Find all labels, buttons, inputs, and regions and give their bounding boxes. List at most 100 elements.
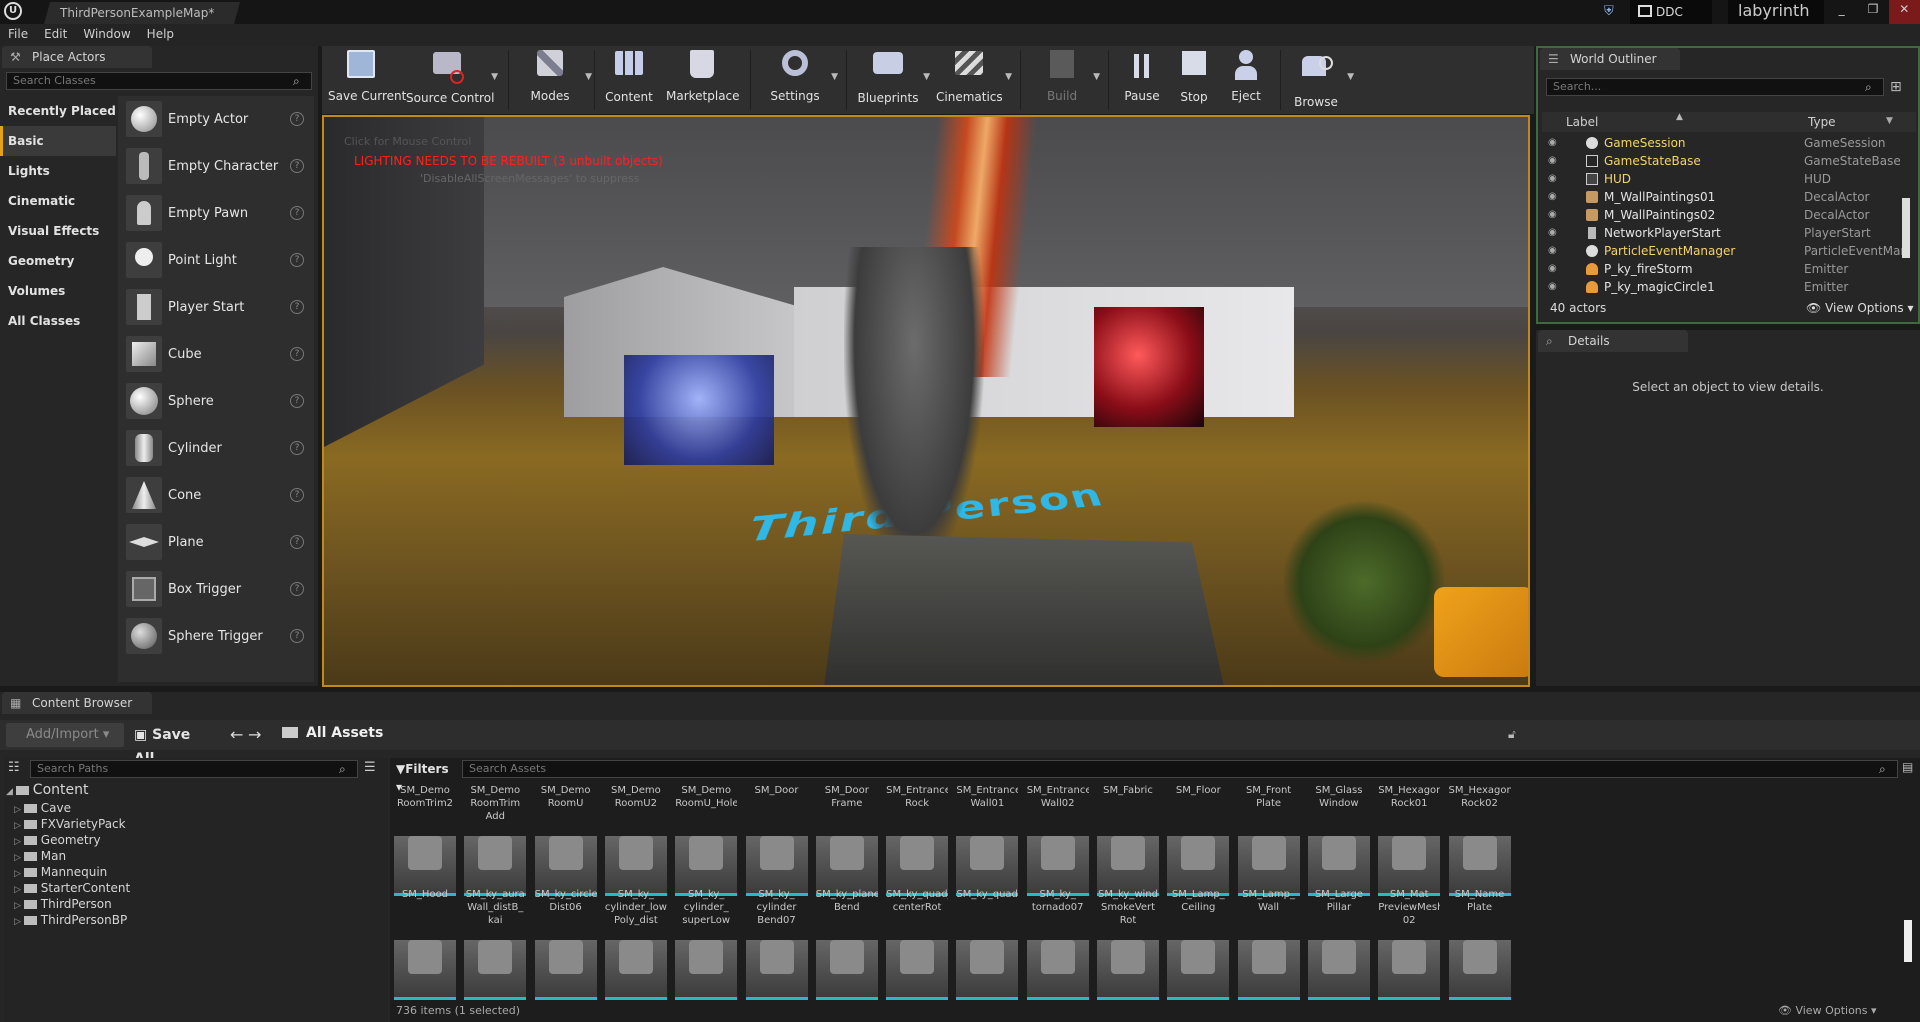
help-icon[interactable]: ? — [290, 535, 304, 549]
category-visual-effects[interactable]: Visual Effects — [0, 216, 116, 246]
help-icon[interactable]: ? — [290, 159, 304, 173]
asset-tile[interactable]: SM_Hexagon Rock01 — [1378, 784, 1441, 896]
actor-item-cone[interactable]: Cone ? — [118, 472, 314, 519]
asset-tile[interactable]: SM_Demo RoomU_Hole — [675, 784, 738, 896]
asset-tile[interactable]: SM_Hexagon Rock02 — [1448, 784, 1511, 896]
asset-tile[interactable]: SM_Glass Window — [1307, 784, 1370, 896]
asset-tile[interactable]: SM_ky_ cylinder_ superLow — [675, 888, 738, 1000]
actor-item-box-trigger[interactable]: Box Trigger ? — [118, 566, 314, 613]
help-icon[interactable]: ? — [290, 300, 304, 314]
maximize-button[interactable]: ❐ — [1857, 0, 1888, 24]
help-icon[interactable]: ? — [290, 206, 304, 220]
source-control-button[interactable]: Source Control ▼ — [406, 46, 498, 114]
search-icon[interactable]: ⌕ — [1879, 762, 1893, 776]
modes-button[interactable]: Modes ▼ — [518, 46, 592, 114]
asset-tile[interactable]: SM_Entrance Wall01 — [956, 784, 1019, 896]
asset-tile[interactable]: SM_Demo RoomTrim2 — [394, 784, 456, 896]
save-current-button[interactable]: Save Current — [328, 46, 406, 114]
search-classes-input[interactable]: Search Classes ⌕ — [6, 72, 312, 90]
outliner-row[interactable]: ◉ HUD HUD — [1542, 170, 1918, 188]
dropdown-arrow-icon[interactable]: ▼ — [1347, 72, 1354, 82]
folder-tree-item[interactable]: ▷ Cave — [14, 800, 71, 816]
outliner-row[interactable]: ◉ P_ky_fireStorm Emitter — [1542, 260, 1918, 278]
help-icon[interactable]: ? — [290, 582, 304, 596]
save-all-button[interactable]: ▣ Save All — [134, 723, 214, 767]
help-icon[interactable]: ? — [290, 347, 304, 361]
menu-file[interactable]: File — [0, 24, 36, 46]
asset-tile[interactable]: SM_ky_wind SmokeVert Rot — [1097, 888, 1159, 1000]
category-basic[interactable]: Basic — [0, 126, 116, 156]
help-icon[interactable]: ? — [290, 629, 304, 643]
folder-tree-item[interactable]: ▷ ThirdPerson — [14, 896, 112, 912]
actor-item-empty-pawn[interactable]: Empty Pawn ? — [118, 190, 314, 237]
eject-button[interactable]: Eject — [1222, 46, 1270, 114]
visibility-eye-icon[interactable]: ◉ — [1548, 155, 1562, 167]
lock-icon[interactable]: 🔓︎ — [1508, 727, 1516, 742]
type-column-header[interactable]: Type — [1808, 115, 1836, 129]
folder-tree-item[interactable]: ▷ Man — [14, 848, 66, 864]
content-browser-tab[interactable]: ▦ Content Browser — [2, 692, 152, 714]
category-recently-placed[interactable]: Recently Placed — [0, 96, 116, 126]
sources-toggle-icon[interactable]: ☷ — [8, 760, 20, 775]
build-button[interactable]: Build ▼ — [1034, 46, 1100, 114]
asset-tile[interactable]: SM_Entrance Rock — [886, 784, 949, 896]
asset-tile[interactable]: SM_Large Pillar — [1307, 888, 1370, 1000]
actor-item-cube[interactable]: Cube ? — [118, 331, 314, 378]
outliner-row[interactable]: ◉ GameStateBase GameStateBase — [1542, 152, 1918, 170]
forward-arrow-icon[interactable]: → — [248, 725, 261, 744]
asset-tile[interactable]: SM_Fabric — [1097, 784, 1159, 896]
outliner-search-input[interactable]: Search... ⌕ — [1546, 78, 1884, 96]
asset-tile[interactable]: SM_Lamp_ Wall — [1237, 888, 1300, 1000]
asset-tile[interactable]: SM_Demo RoomU — [534, 784, 597, 896]
asset-tile[interactable]: SM_ky_quad_ centerRot — [886, 888, 949, 1000]
asset-tile[interactable]: SM_ky_plane Bend — [815, 888, 878, 1000]
category-cinematic[interactable]: Cinematic — [0, 186, 116, 216]
category-volumes[interactable]: Volumes — [0, 276, 116, 306]
list-options-icon[interactable]: ☰ — [364, 760, 376, 775]
world-outliner-tab[interactable]: ☰ World Outliner — [1540, 48, 1680, 70]
marketplace-button[interactable]: Marketplace — [666, 46, 740, 114]
level-viewport[interactable]: Third Person Click for Mouse Control LIG… — [322, 115, 1530, 687]
actor-item-plane[interactable]: Plane ? — [118, 519, 314, 566]
add-folder-icon[interactable]: ⊞ — [1890, 78, 1908, 96]
visibility-eye-icon[interactable]: ◉ — [1548, 191, 1562, 203]
chevron-down-icon[interactable]: ▼ — [1886, 116, 1893, 126]
view-options-button[interactable]: 👁 View Options ▾ — [1806, 296, 1914, 320]
dropdown-arrow-icon[interactable]: ▼ — [585, 72, 592, 82]
outliner-scrollbar[interactable] — [1902, 198, 1910, 258]
help-icon[interactable]: ? — [290, 441, 304, 455]
help-icon[interactable]: ? — [290, 394, 304, 408]
asset-tile[interactable]: SM_Entrance Wall02 — [1026, 784, 1089, 896]
help-icon[interactable]: ? — [290, 112, 304, 126]
actor-item-sphere[interactable]: Sphere ? — [118, 378, 314, 425]
asset-tile[interactable]: SM_Hood — [394, 888, 456, 1000]
unreal-logo-icon[interactable]: U — [4, 2, 22, 20]
visibility-eye-icon[interactable]: ◉ — [1548, 245, 1562, 257]
search-icon[interactable]: ⌕ — [1865, 80, 1879, 94]
category-geometry[interactable]: Geometry — [0, 246, 116, 276]
actor-item-empty-actor[interactable]: Empty Actor ? — [118, 96, 314, 143]
visibility-eye-icon[interactable]: ◉ — [1548, 281, 1562, 293]
asset-tile[interactable]: SM_ky_quads — [956, 888, 1019, 1000]
category-all-classes[interactable]: All Classes — [0, 306, 116, 336]
search-paths-input[interactable]: Search Paths ⌕ — [30, 760, 358, 778]
actor-item-player-start[interactable]: Player Start ? — [118, 284, 314, 331]
outliner-row[interactable]: ◉ NetworkPlayerStart PlayerStart — [1542, 224, 1918, 242]
asset-tile[interactable]: SM_Door — [745, 784, 808, 896]
outliner-row[interactable]: ◉ M_WallPaintings02 DecalActor — [1542, 206, 1918, 224]
pause-button[interactable]: Pause — [1118, 46, 1166, 114]
view-options-button[interactable]: 👁 View Options ▾ — [1778, 1004, 1877, 1017]
dropdown-arrow-icon[interactable]: ▼ — [1005, 72, 1012, 82]
asset-tile[interactable]: SM_Mat PreviewMesh 02 — [1378, 888, 1441, 1000]
menu-help[interactable]: Help — [139, 24, 182, 46]
place-actors-tab[interactable]: ⚒ Place Actors — [2, 46, 152, 68]
actor-item-sphere-trigger[interactable]: Sphere Trigger ? — [118, 613, 314, 660]
asset-tile[interactable]: SM_Door Frame — [815, 784, 878, 896]
folder-tree-item[interactable]: ▷ Mannequin — [14, 864, 107, 880]
mouse-control-hint[interactable]: Click for Mouse Control — [344, 135, 471, 148]
visibility-eye-icon[interactable]: ◉ — [1548, 173, 1562, 185]
folder-tree-item[interactable]: ▷ ThirdPersonBP — [14, 912, 127, 928]
visibility-eye-icon[interactable]: ◉ — [1548, 263, 1562, 275]
filters-button[interactable]: ▼Filters ▾ — [396, 760, 452, 794]
level-document-tab[interactable]: ThirdPersonExampleMap* — [44, 2, 240, 24]
